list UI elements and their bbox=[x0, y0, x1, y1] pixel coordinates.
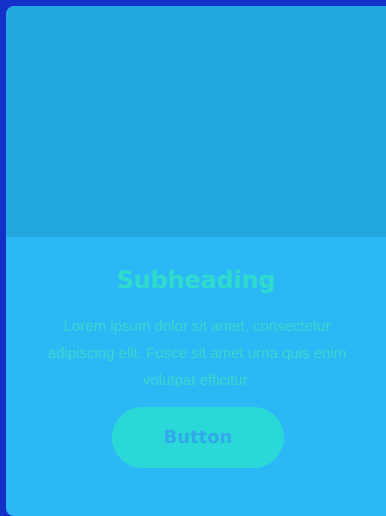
card-action-button[interactable]: Button bbox=[112, 407, 284, 468]
content-card: Subheading Lorem ipsum dolor sit amet, c… bbox=[6, 6, 386, 516]
card-description: Lorem ipsum dolor sit amet, consectetur … bbox=[47, 318, 347, 389]
card-image-placeholder bbox=[6, 6, 386, 237]
card-subheading: Subheading bbox=[116, 266, 276, 294]
